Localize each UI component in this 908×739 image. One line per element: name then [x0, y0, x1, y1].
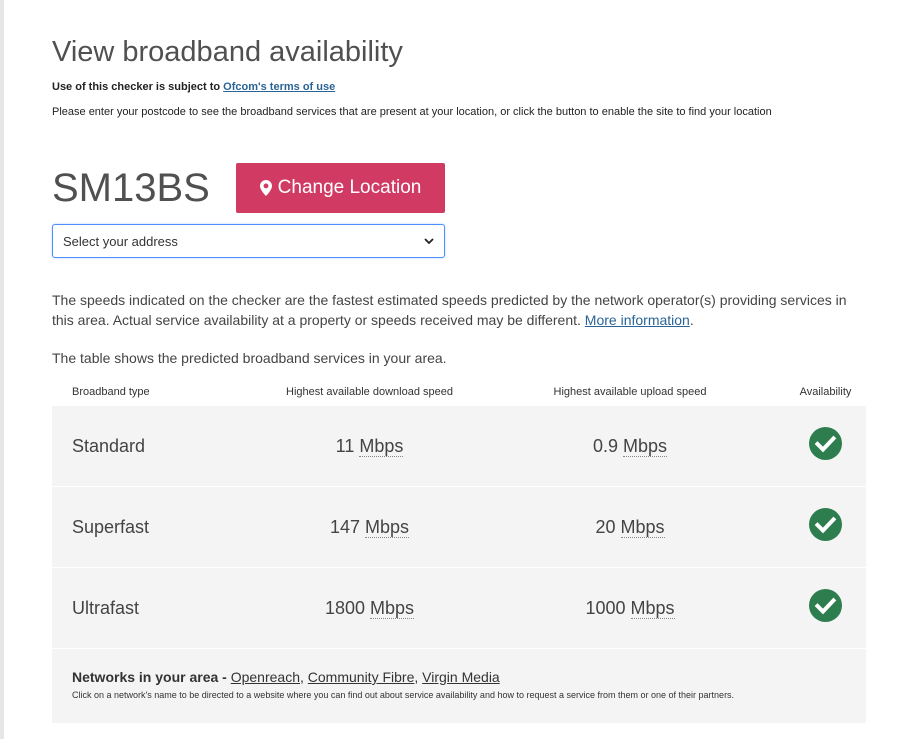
table-row-ultrafast: Ultrafast 1800 Mbps 1000 Mbps	[52, 568, 866, 649]
map-marker-icon	[259, 180, 272, 196]
download-speed: 147 Mbps	[264, 516, 475, 538]
upload-value: 20	[595, 516, 616, 537]
upload-speed: 1000 Mbps	[475, 597, 785, 619]
table-intro: The table shows the predicted broadband …	[52, 350, 447, 366]
change-location-button[interactable]: Change Location	[236, 163, 445, 213]
download-unit: Mbps	[365, 516, 410, 538]
broadband-type: Superfast	[72, 516, 150, 537]
upload-value: 1000	[585, 597, 626, 618]
table-row-superfast: Superfast 147 Mbps 20 Mbps	[52, 487, 866, 568]
header-upload-speed: Highest available upload speed	[553, 386, 707, 398]
download-value: 11	[335, 435, 355, 456]
broadband-type: Standard	[72, 435, 146, 456]
more-information-link[interactable]: More information	[585, 312, 690, 328]
download-unit: Mbps	[359, 435, 404, 457]
chevron-down-icon	[424, 238, 434, 245]
upload-unit: Mbps	[620, 516, 665, 538]
instructions-text: Please enter your postcode to see the br…	[52, 106, 772, 118]
table-row-standard: Standard 11 Mbps 0.9 Mbps	[52, 406, 866, 487]
download-speed: 11 Mbps	[264, 435, 475, 457]
upload-speed: 20 Mbps	[475, 516, 785, 538]
broadband-table: Broadband type Highest available downloa…	[52, 378, 866, 723]
page-title: View broadband availability	[52, 36, 403, 68]
left-border	[0, 0, 4, 739]
networks-line: Networks in your area - Openreach, Commu…	[72, 669, 500, 685]
header-download-speed: Highest available download speed	[286, 386, 453, 398]
table-header: Broadband type Highest available downloa…	[52, 378, 866, 406]
network-link-openreach[interactable]: Openreach	[231, 669, 300, 685]
disclaimer-end: .	[689, 312, 694, 328]
network-link-community-fibre[interactable]: Community Fibre	[308, 669, 415, 685]
disclaimer-text: The speeds indicated on the checker are …	[52, 292, 847, 328]
address-select-value: Select your address	[63, 233, 178, 249]
terms-notice: Use of this checker is subject to Ofcom'…	[52, 81, 335, 93]
change-location-label: Change Location	[277, 177, 422, 198]
download-speed: 1800 Mbps	[264, 597, 475, 619]
address-select[interactable]: Select your address	[52, 224, 445, 258]
page: View broadband availability Use of this …	[0, 0, 908, 739]
upload-unit: Mbps	[630, 597, 675, 619]
header-broadband-type: Broadband type	[72, 386, 150, 398]
availability-cell	[785, 508, 866, 546]
download-unit: Mbps	[370, 597, 415, 619]
networks-label: Networks in your area -	[72, 669, 231, 685]
upload-unit: Mbps	[623, 435, 668, 457]
header-availability: Availability	[799, 386, 852, 398]
download-value: 1800	[324, 597, 365, 618]
upload-value: 0.9	[592, 435, 618, 456]
networks-note: Click on a network's name to be directed…	[72, 690, 735, 700]
check-circle-icon	[809, 508, 842, 541]
postcode-display: SM13BS	[52, 166, 210, 210]
networks-panel: Networks in your area - Openreach, Commu…	[52, 649, 866, 723]
terms-prefix: Use of this checker is subject to	[52, 81, 224, 93]
check-circle-icon	[809, 427, 842, 460]
speed-disclaimer: The speeds indicated on the checker are …	[52, 290, 866, 330]
availability-cell	[785, 427, 866, 465]
network-link-virgin-media[interactable]: Virgin Media	[422, 669, 500, 685]
check-circle-icon	[809, 589, 842, 622]
broadband-type: Ultrafast	[72, 597, 140, 618]
download-value: 147	[329, 516, 360, 537]
availability-cell	[785, 589, 866, 627]
upload-speed: 0.9 Mbps	[475, 435, 785, 457]
terms-link[interactable]: Ofcom's terms of use	[223, 81, 335, 93]
